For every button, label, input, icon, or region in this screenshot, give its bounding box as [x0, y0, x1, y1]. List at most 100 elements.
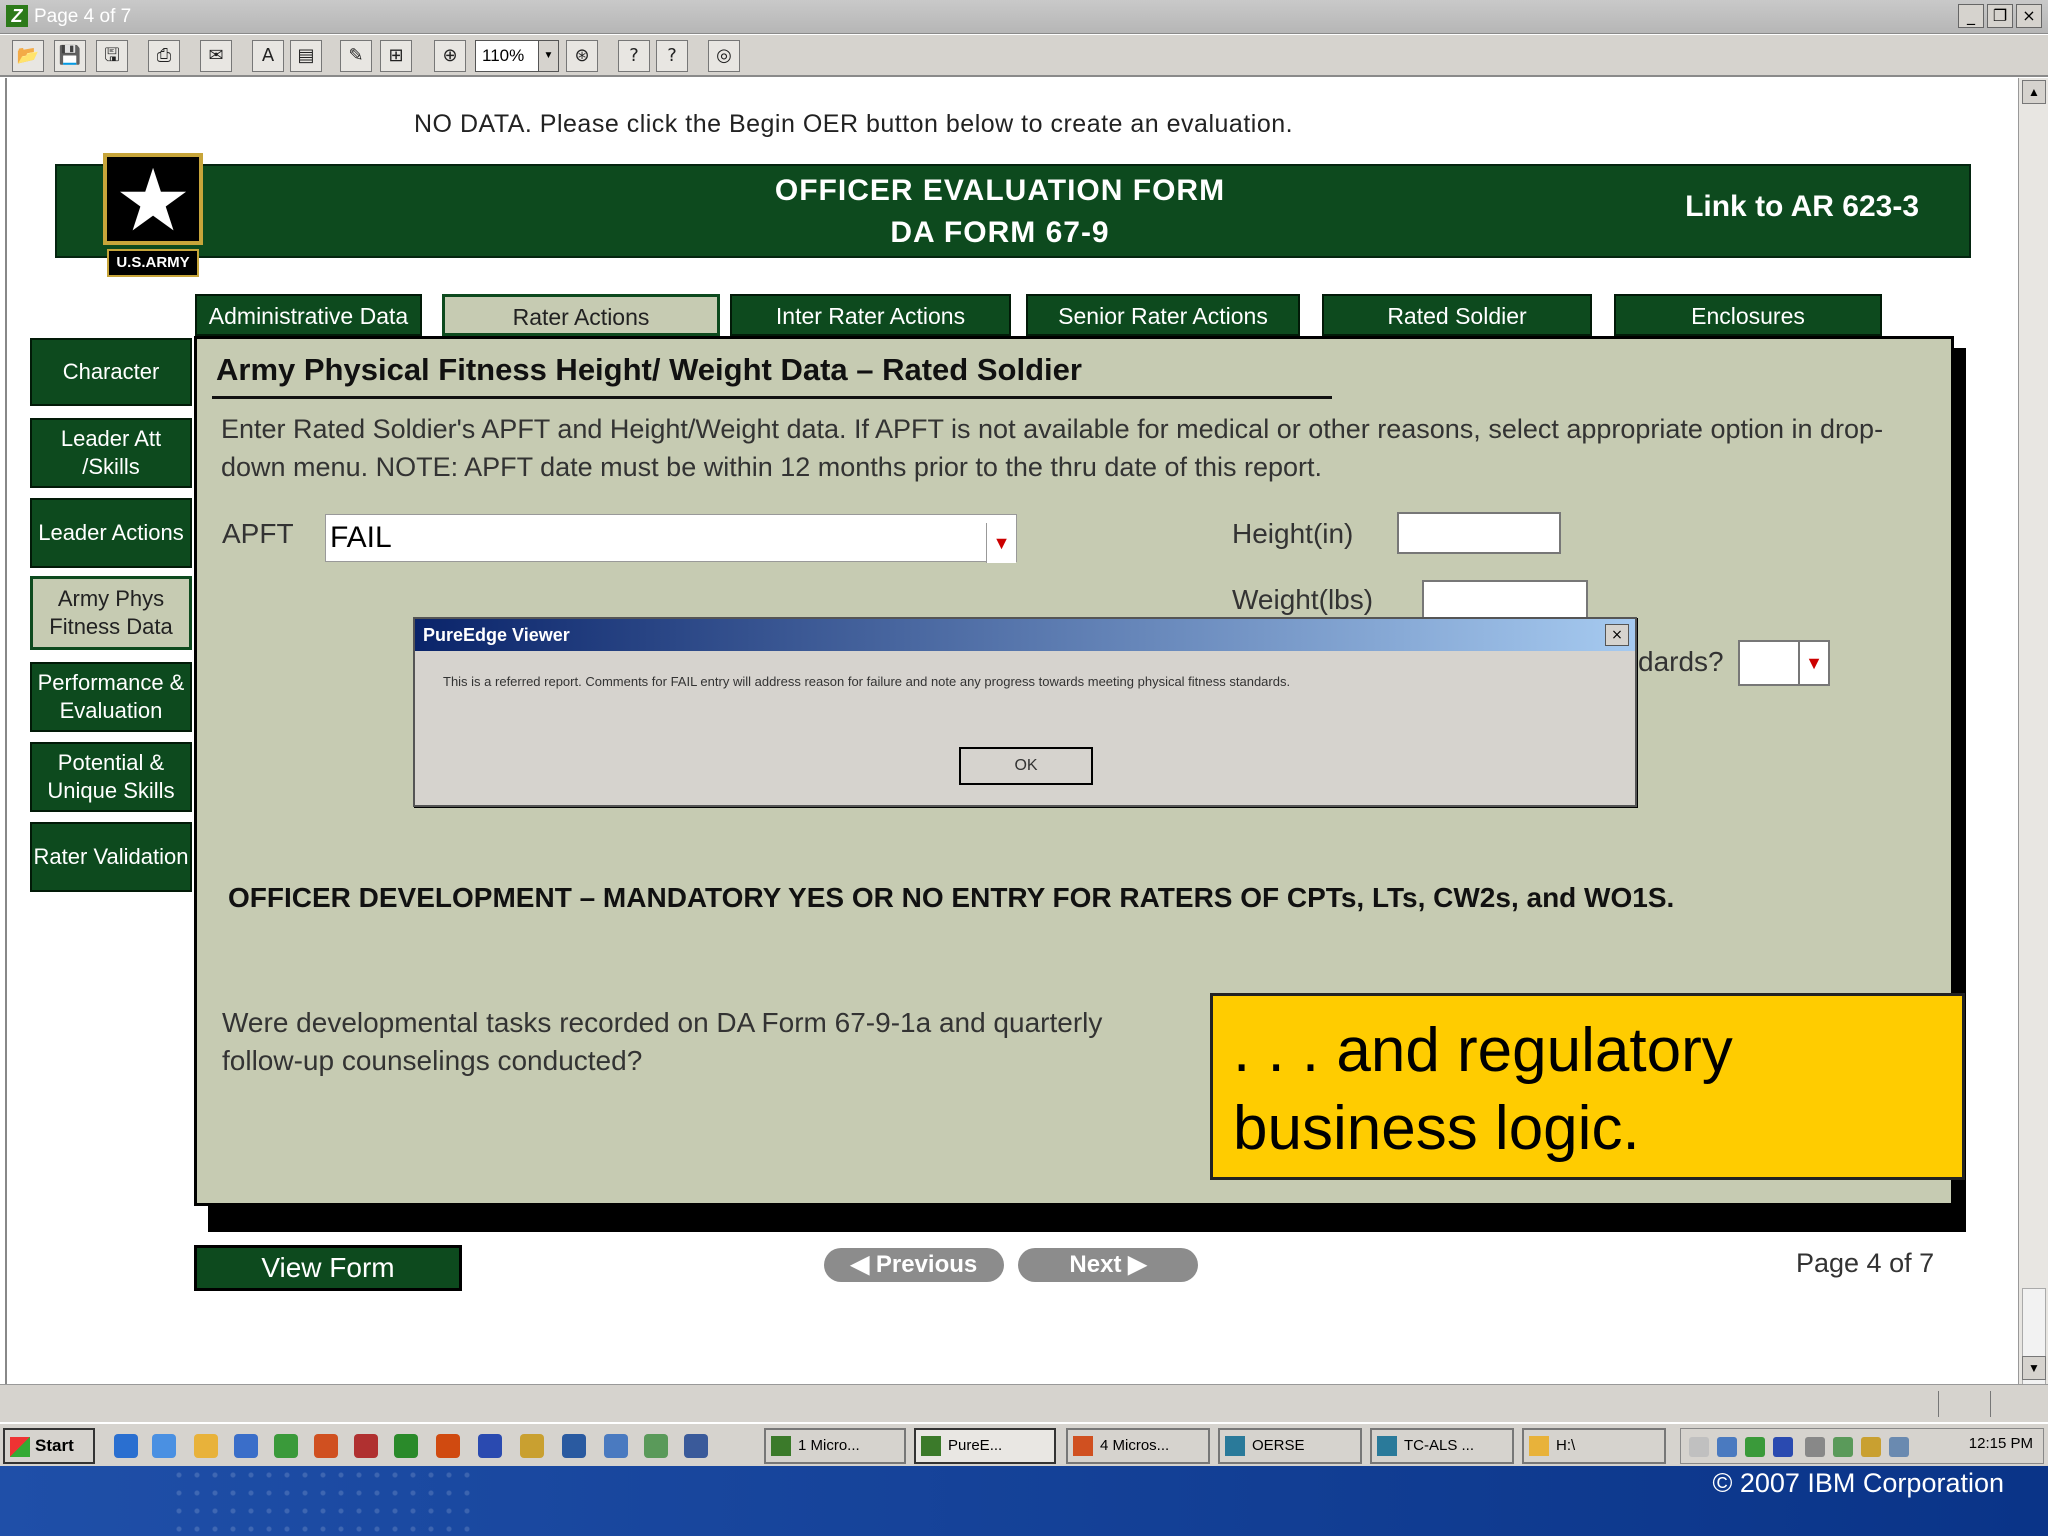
email-icon[interactable]: ✉ — [200, 40, 232, 72]
monitor-icon[interactable] — [1745, 1437, 1765, 1457]
tab-rater-actions[interactable]: Rater Actions — [442, 294, 720, 336]
apft-select[interactable]: FAIL ▼ — [325, 514, 1017, 563]
print-icon[interactable]: ⎙ — [148, 40, 180, 72]
zoom-icon[interactable]: ⊕ — [434, 40, 466, 72]
access-icon[interactable] — [314, 1434, 338, 1458]
taskbar-item-tc-als[interactable]: TC-ALS ... — [1370, 1428, 1514, 1464]
whats-this-icon[interactable]: ? — [618, 40, 650, 72]
ok-button[interactable]: OK — [959, 747, 1093, 785]
taskbar-item-oerse[interactable]: OERSE — [1218, 1428, 1362, 1464]
tab-rated-soldier[interactable]: Rated Soldier — [1322, 294, 1592, 336]
ie-icon[interactable] — [114, 1434, 138, 1458]
taskbar-item-pureedge[interactable]: PureE... — [914, 1428, 1056, 1464]
text-icon[interactable]: A — [252, 40, 284, 72]
folder-icon — [1529, 1436, 1549, 1456]
scroll-down-icon[interactable]: ▼ — [2022, 1356, 2046, 1380]
connection-icon[interactable] — [1889, 1437, 1909, 1457]
previous-button[interactable]: ◀ Previous — [824, 1248, 1004, 1282]
close-icon[interactable]: × — [1605, 624, 1629, 646]
spreadsheet-icon[interactable] — [394, 1434, 418, 1458]
tools-icon[interactable] — [644, 1434, 668, 1458]
section-divider — [212, 396, 1332, 399]
close-button[interactable]: × — [2016, 4, 2042, 28]
sign-icon[interactable]: ✎ — [340, 40, 372, 72]
dialog-message: This is a referred report. Comments for … — [443, 674, 1291, 689]
start-button[interactable]: Start — [3, 1428, 95, 1464]
powerpoint-icon[interactable] — [354, 1434, 378, 1458]
form-title-line2: DA FORM 67-9 — [890, 216, 1110, 249]
zoom-select[interactable]: 110% ▼ — [475, 40, 559, 72]
taskbar-item-label: PureE... — [948, 1437, 1003, 1454]
globe-icon[interactable]: ⊛ — [566, 40, 598, 72]
update-icon[interactable] — [1833, 1437, 1853, 1457]
pureedge-icon[interactable]: ◎ — [708, 40, 740, 72]
restore-button[interactable]: ❐ — [1987, 4, 2013, 28]
sidebar-item-leader-attributes[interactable]: Leader Att /Skills — [30, 418, 192, 488]
standards-label: dards? — [1638, 646, 1724, 677]
sidebar-item-potential[interactable]: Potential & Unique Skills — [30, 742, 192, 812]
view-form-button[interactable]: View Form — [194, 1245, 462, 1291]
next-button[interactable]: Next ▶ — [1018, 1248, 1198, 1282]
tab-administrative-data[interactable]: Administrative Data — [195, 294, 422, 336]
apft-value: FAIL — [330, 521, 392, 554]
save-as-icon[interactable]: 🖫 — [96, 40, 128, 72]
window-title-bar: Z Page 4 of 7 _ ❐ × — [0, 0, 2048, 34]
copyright: © 2007 IBM Corporation — [1712, 1468, 2004, 1498]
word-icon[interactable] — [478, 1434, 502, 1458]
form-title: OFFICER EVALUATION FORM DA FORM 67-9 — [57, 170, 1943, 254]
tab-enclosures[interactable]: Enclosures — [1614, 294, 1882, 336]
zoom-value: 110% — [482, 46, 525, 65]
sidebar-item-leader-actions[interactable]: Leader Actions — [30, 498, 192, 568]
taskbar-item-label: H:\ — [1556, 1437, 1576, 1454]
search-icon[interactable] — [520, 1434, 544, 1458]
mail-icon[interactable] — [1689, 1437, 1709, 1457]
outlook-icon[interactable] — [436, 1434, 460, 1458]
army-logo-label: U.S.ARMY — [107, 249, 199, 277]
callout-text: . . . and regulatory business logic. — [1233, 1016, 1733, 1163]
weight-input[interactable] — [1422, 580, 1588, 622]
save-icon[interactable]: 💾 — [54, 40, 86, 72]
chevron-down-icon[interactable]: ▼ — [986, 523, 1016, 563]
taskbar-item-label: TC-ALS ... — [1404, 1437, 1475, 1454]
network-icon[interactable] — [1717, 1437, 1737, 1457]
help-icon[interactable]: ? — [656, 40, 688, 72]
scroll-up-icon[interactable]: ▲ — [2022, 80, 2046, 104]
program-icon[interactable] — [684, 1434, 708, 1458]
tab-senior-rater-actions[interactable]: Senior Rater Actions — [1026, 294, 1300, 336]
attach-icon[interactable]: ⊞ — [380, 40, 412, 72]
security-icon[interactable] — [1861, 1437, 1881, 1457]
browser-icon[interactable] — [234, 1434, 258, 1458]
folder-icon[interactable] — [194, 1434, 218, 1458]
chevron-down-icon[interactable]: ▼ — [1798, 642, 1828, 684]
network-icon[interactable] — [562, 1434, 586, 1458]
sidebar-item-army-phys-fitness[interactable]: Army Phys Fitness Data — [30, 576, 192, 650]
vertical-scrollbar[interactable]: ▲ ▼ — [2018, 78, 2048, 1428]
ar-link[interactable]: Link to AR 623-3 — [1685, 190, 1919, 224]
excel-icon[interactable] — [274, 1434, 298, 1458]
taskbar-item-micro[interactable]: 1 Micro... — [764, 1428, 906, 1464]
weight-label: Weight(lbs) — [1232, 584, 1374, 615]
ftp-icon[interactable] — [604, 1434, 628, 1458]
shield-icon[interactable] — [1773, 1437, 1793, 1457]
apft-label: APFT — [222, 518, 294, 549]
tab-inter-rater-actions[interactable]: Inter Rater Actions — [730, 294, 1011, 336]
sidebar-item-performance[interactable]: Performance & Evaluation — [30, 662, 192, 732]
sidebar-item-character[interactable]: Character — [30, 338, 192, 406]
open-icon[interactable]: 📂 — [12, 40, 44, 72]
army-logo: ★ U.S.ARMY — [103, 151, 203, 281]
taskbar: Start 1 Micro... PureE... 4 Micros... OE… — [0, 1422, 2048, 1466]
officer-development-question: Were developmental tasks recorded on DA … — [222, 1007, 1103, 1076]
form-icon[interactable]: ▤ — [290, 40, 322, 72]
taskbar-item-h-drive[interactable]: H:\ — [1522, 1428, 1666, 1464]
status-segment — [1990, 1391, 1991, 1417]
minimize-button[interactable]: _ — [1958, 4, 1984, 28]
sidebar-item-rater-validation[interactable]: Rater Validation — [30, 822, 192, 892]
volume-icon[interactable] — [1805, 1437, 1825, 1457]
height-input[interactable] — [1397, 512, 1561, 554]
army-star-box: ★ — [103, 151, 203, 251]
pureedge-dialog: PureEdge Viewer × This is a referred rep… — [413, 617, 1637, 807]
taskbar-item-micros[interactable]: 4 Micros... — [1066, 1428, 1210, 1464]
toolbar: 📂 💾 🖫 ⎙ ✉ A ▤ ✎ ⊞ ⊕ 110% ▼ ⊛ ? ? ◎ — [0, 35, 2048, 77]
standards-select[interactable]: ▼ — [1738, 640, 1830, 686]
desktop-icon[interactable] — [152, 1434, 176, 1458]
